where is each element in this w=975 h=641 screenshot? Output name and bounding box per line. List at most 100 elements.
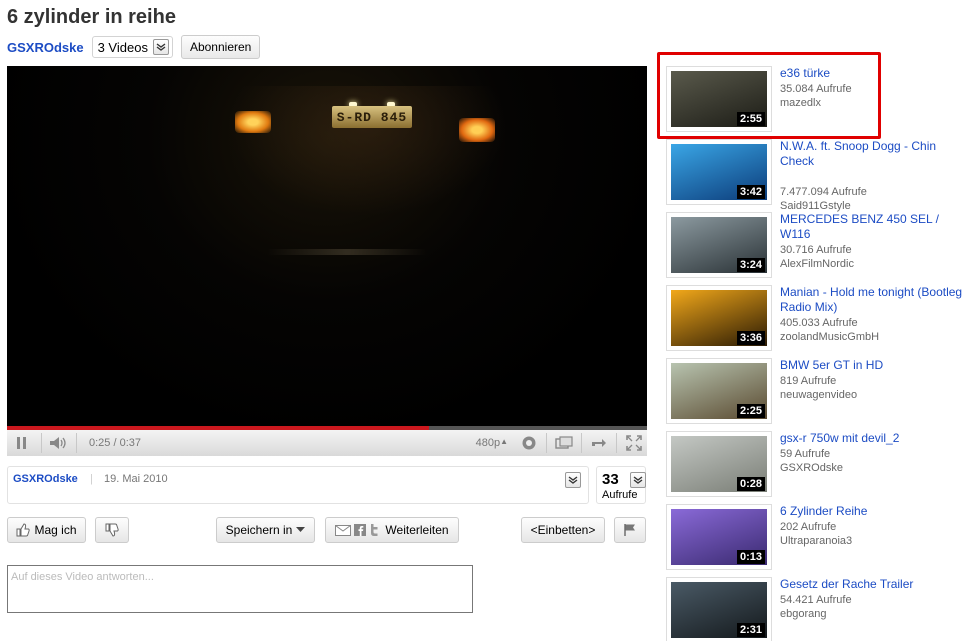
caret-down-icon — [296, 527, 306, 532]
info-separator: | — [90, 473, 93, 485]
license-plate: S-RD 845 — [332, 106, 412, 128]
related-video-thumbnail[interactable]: 0:28 — [666, 431, 772, 497]
quality-selector[interactable]: 480p▲ — [476, 437, 508, 449]
embed-button[interactable]: <Einbetten> — [521, 517, 605, 543]
left-taillight — [235, 111, 271, 133]
related-video-item[interactable]: 2:25 BMW 5er GT in HD 819 Aufrufe neuwagenv… — [666, 358, 966, 426]
quality-label: 480p — [475, 437, 501, 449]
related-video-title[interactable]: 6 Zylinder Reihe — [780, 504, 966, 519]
video-player[interactable]: S-RD 845 0:25 / 0:37 480p▲ — [7, 66, 647, 456]
highlight-box — [657, 52, 881, 139]
related-video-uploader: neuwagenvideo — [780, 389, 858, 401]
related-video-thumbnail[interactable]: 0:13 — [666, 504, 772, 570]
related-video-item[interactable]: 0:13 6 Zylinder Reihe 202 Aufrufe Ultrapara… — [666, 504, 966, 572]
video-duration: 3:24 — [736, 258, 765, 272]
flag-icon — [624, 524, 635, 536]
view-count-panel: 33 Aufrufe — [596, 466, 646, 504]
license-plate-text: S-RD 845 — [336, 109, 408, 125]
caret-up-icon: ▲ — [500, 437, 508, 446]
video-duration: 2:31 — [736, 623, 765, 637]
speaker-icon — [50, 437, 66, 449]
related-video-uploader: GSXROdske — [780, 462, 843, 474]
fullscreen-icon — [626, 435, 642, 451]
related-video-thumbnail[interactable]: 3:42 — [666, 139, 772, 205]
annotations-icon — [522, 436, 536, 450]
owner-row: GSXROdske 3 Videos Abonnieren — [7, 35, 261, 59]
video-title: 6 zylinder in reihe — [7, 6, 176, 28]
related-video-thumbnail[interactable]: 3:36 — [666, 285, 772, 351]
related-video-thumbnail[interactable]: 3:24 — [666, 212, 772, 278]
related-video-thumbnail[interactable]: 2:31 — [666, 577, 772, 641]
related-video-views: 7.477.094 Aufrufe — [780, 186, 867, 198]
info-channel-link[interactable]: GSXROdske — [13, 473, 78, 485]
reply-textarea[interactable]: Auf dieses Video antworten... — [7, 565, 473, 613]
related-video-views: 59 Aufrufe — [780, 448, 831, 460]
pause-button[interactable] — [7, 430, 37, 456]
like-label: Mag ich — [34, 523, 77, 537]
related-video-views: 30.716 Aufrufe — [780, 244, 852, 256]
loop-icon — [592, 439, 606, 447]
time-display: 0:25 / 0:37 — [89, 437, 141, 449]
flag-button[interactable] — [614, 517, 646, 543]
related-video-item[interactable]: 2:31 Gesetz der Rache Trailer 54.421 Aufru… — [666, 577, 966, 641]
volume-button[interactable] — [46, 430, 72, 456]
related-video-uploader: AlexFilmNordic — [780, 258, 854, 270]
related-video-item[interactable]: 3:24 MERCEDES BENZ 450 SEL / W116 30.716 A… — [666, 212, 966, 280]
related-video-title[interactable]: Gesetz der Rache Trailer — [780, 577, 966, 592]
video-duration: 3:42 — [736, 185, 765, 199]
share-button[interactable]: Weiterleiten — [325, 517, 459, 543]
save-to-label: Speichern in — [225, 523, 293, 537]
facebook-icon — [354, 524, 367, 536]
video-duration: 3:36 — [736, 331, 765, 345]
videos-count-label: 3 Videos — [97, 39, 148, 55]
control-divider — [41, 433, 42, 453]
thumbs-down-icon — [105, 523, 119, 537]
annotations-button[interactable] — [516, 430, 542, 456]
control-divider — [546, 433, 547, 453]
related-video-views: 405.033 Aufrufe — [780, 317, 858, 329]
related-video-title[interactable]: BMW 5er GT in HD — [780, 358, 966, 373]
twitter-icon — [371, 524, 378, 536]
player-controls: 0:25 / 0:37 480p▲ — [7, 430, 647, 456]
video-frame[interactable]: S-RD 845 — [7, 66, 647, 426]
related-video-item[interactable]: 3:36 Manian - Hold me tonight (Bootleg Ra… — [666, 285, 966, 353]
video-info-panel: GSXROdske | 19. Mai 2010 — [7, 466, 589, 504]
channel-link[interactable]: GSXROdske — [7, 40, 84, 55]
related-video-title[interactable]: MERCEDES BENZ 450 SEL / W116 — [780, 212, 966, 242]
related-video-thumbnail[interactable]: 2:25 — [666, 358, 772, 424]
stats-chevron-icon[interactable] — [630, 472, 646, 488]
fullscreen-button[interactable] — [621, 430, 647, 456]
dislike-button[interactable] — [95, 517, 129, 543]
related-video-title[interactable]: N.W.A. ft. Snoop Dogg - Chin Check — [780, 139, 966, 169]
chevron-down-icon — [152, 39, 169, 55]
save-to-button[interactable]: Speichern in — [216, 517, 315, 543]
road-reflection — [267, 249, 427, 255]
like-button[interactable]: Mag ich — [7, 517, 86, 543]
subscribe-button[interactable]: Abonnieren — [180, 35, 261, 59]
control-divider — [76, 433, 77, 453]
control-divider — [616, 433, 617, 453]
related-video-uploader: zoolandMusicGmbH — [780, 331, 880, 343]
view-count-label: Aufrufe — [602, 489, 638, 501]
loop-button[interactable] — [586, 430, 612, 456]
related-video-title[interactable]: Manian - Hold me tonight (Bootleg Radio … — [780, 285, 966, 315]
popout-icon — [555, 436, 573, 449]
related-video-views: 202 Aufrufe — [780, 521, 837, 533]
thumbs-up-icon — [16, 523, 31, 537]
related-video-views: 819 Aufrufe — [780, 375, 837, 387]
related-video-item[interactable]: 3:42 N.W.A. ft. Snoop Dogg - Chin Check 7.… — [666, 139, 966, 212]
share-label: Weiterleiten — [385, 523, 449, 537]
related-video-title[interactable]: gsx-r 750w mit devil_2 — [780, 431, 966, 446]
related-video-uploader: Ultraparanoia3 — [780, 535, 853, 547]
related-video-item[interactable]: 0:28 gsx-r 750w mit devil_2 59 Aufrufe GSXR… — [666, 431, 966, 499]
related-video-uploader: ebgorang — [780, 608, 827, 620]
email-icon — [335, 524, 352, 536]
expand-info-chevron-icon[interactable] — [565, 472, 581, 488]
video-duration: 2:25 — [736, 404, 765, 418]
related-video-uploader: Said911Gstyle — [780, 200, 851, 212]
popout-button[interactable] — [551, 430, 577, 456]
reply-placeholder: Auf dieses Video antworten... — [11, 571, 154, 583]
upload-date: 19. Mai 2010 — [104, 473, 168, 485]
view-count: 33 — [602, 471, 619, 488]
channel-videos-dropdown[interactable]: 3 Videos — [91, 36, 173, 58]
